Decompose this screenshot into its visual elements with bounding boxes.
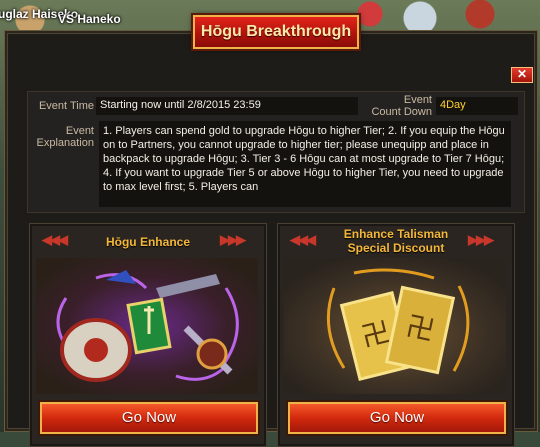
countdown-label-line2: Count Down <box>371 106 432 118</box>
explanation-label-line2: Explanation <box>36 137 95 149</box>
countdown-value: 4Day <box>436 97 518 115</box>
panel-title-line2: Special Discount <box>347 241 445 255</box>
hogu-enhance-panel: ◀◀◀ ▶▶▶ Hōgu Enhance Go Now <box>29 223 267 447</box>
panel-title: Enhance Talisman Special Discount <box>282 227 510 255</box>
panel-title: Hōgu Enhance <box>34 228 262 256</box>
hogu-enhance-go-now-button[interactable]: Go Now <box>40 402 258 434</box>
hogu-breakthrough-dialog: ✕ Event Time Starting now until 2/8/2015… <box>4 15 538 447</box>
talisman-discount-panel: ◀◀◀ ▶▶▶ Enhance Talisman Special Discoun… <box>277 223 515 447</box>
close-icon: ✕ <box>516 67 528 81</box>
hogu-weapons-icon <box>36 258 258 394</box>
explanation-label-line1: Event <box>65 125 94 137</box>
countdown-label: Event Count Down <box>358 94 432 118</box>
event-explanation-text: 1. Players can spend gold to upgrade Hōg… <box>99 121 511 207</box>
panel-title-line1: Enhance Talisman <box>343 227 449 241</box>
event-time-value: Starting now until 2/8/2015 23:59 <box>96 97 358 115</box>
player-name-right: VS Haneko <box>58 12 121 26</box>
background-player-names: uglaz Haiseko VS Haneko <box>0 4 200 26</box>
panel-title-line1: Hōgu Enhance <box>105 235 190 249</box>
close-button[interactable]: ✕ <box>511 67 533 83</box>
dialog-title: Hōgu Breakthrough <box>193 15 359 49</box>
countdown-label-line1: Event <box>403 94 432 106</box>
talisman-go-now-button[interactable]: Go Now <box>288 402 506 434</box>
talisman-scrolls-icon: 卍 卍 <box>284 258 506 394</box>
event-time-label: Event Time <box>38 100 94 112</box>
explanation-label: Event Explanation <box>28 125 95 149</box>
